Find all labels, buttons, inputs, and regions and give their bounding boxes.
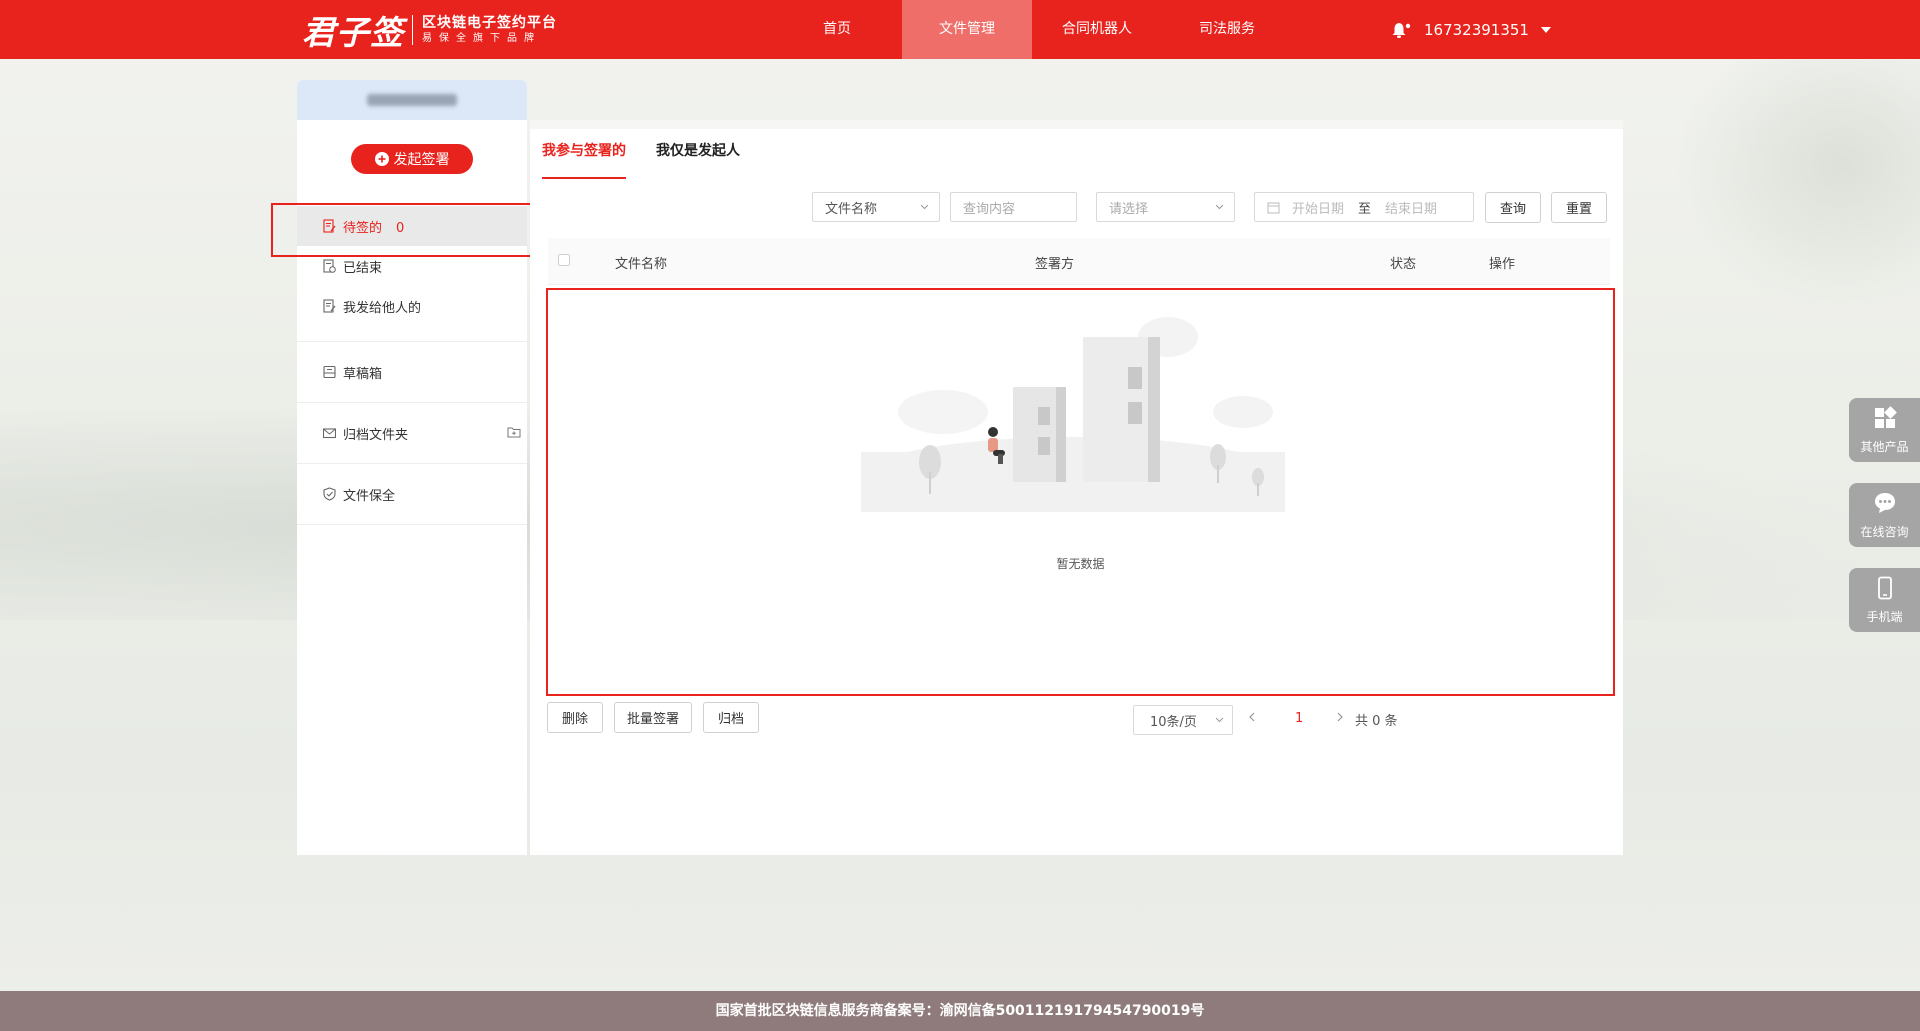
tab-initiator-only[interactable]: 我仅是发起人 (656, 129, 740, 177)
mobile-app-label: 手机端 (1866, 610, 1903, 624)
chevron-right-icon[interactable] (1335, 711, 1344, 723)
status-select[interactable]: 请选择 (1096, 192, 1235, 222)
brand-logo[interactable]: 君子签 区块链电子签约平台 易保全旗下品牌 (302, 10, 557, 52)
query-button[interactable]: 查询 (1485, 192, 1541, 223)
nav-file-management[interactable]: 文件管理 (902, 0, 1032, 59)
empty-state: 暂无数据 (546, 288, 1615, 696)
filter-bar: 文件名称 查询内容 请选择 开始日期 至 结束日期 查询 重置 (530, 192, 1623, 224)
sidebar-divider (297, 341, 527, 342)
pending-label: 待签的 (343, 220, 383, 236)
other-products-button[interactable]: 其他产品 (1849, 398, 1920, 462)
sidebar-item-label: 草稿箱 (343, 366, 383, 382)
chevron-down-icon (920, 204, 929, 210)
logo-subtitle: 区块链电子签约平台 易保全旗下品牌 (422, 14, 557, 46)
sidebar-item-preservation[interactable]: 文件保全 (297, 474, 527, 514)
user-area: 16732391351 (1390, 0, 1551, 59)
table-header: 文件名称 签署方 状态 操作 (548, 238, 1610, 285)
sidebar-item-sent[interactable]: 我发给他人的 (297, 286, 527, 326)
main-panel: 我参与签署的 我仅是发起人 文件名称 查询内容 请选择 开始日期 至 结束日期 … (530, 120, 1623, 855)
tab-participated[interactable]: 我参与签署的 (542, 129, 626, 179)
online-consult-label: 在线咨询 (1860, 525, 1909, 539)
envelope-icon (323, 428, 336, 439)
nav-home[interactable]: 首页 (772, 0, 902, 59)
plus-circle-icon (374, 152, 389, 166)
mobile-phone-icon (1878, 576, 1892, 600)
sidebar-item-label: 文件保全 (343, 488, 396, 504)
col-actions: 操作 (1489, 257, 1516, 272)
caret-down-icon[interactable] (1540, 26, 1551, 33)
apps-icon (1875, 406, 1897, 428)
start-signing-label: 发起签署 (393, 152, 450, 168)
status-select-placeholder: 请选择 (1109, 201, 1149, 217)
sidebar-item-label: 已结束 (343, 260, 383, 276)
start-date-placeholder: 开始日期 (1292, 201, 1345, 217)
account-tab[interactable] (297, 80, 527, 120)
other-products-label: 其他产品 (1860, 440, 1909, 454)
col-status: 状态 (1390, 257, 1417, 272)
col-signers: 签署方 (1035, 257, 1075, 272)
top-header: 君子签 区块链电子签约平台 易保全旗下品牌 首页 文件管理 合同机器人 司法服务… (0, 0, 1920, 59)
logo-divider (412, 15, 413, 45)
batch-sign-button[interactable]: 批量签署 (614, 702, 692, 733)
date-range-picker[interactable]: 开始日期 至 结束日期 (1254, 192, 1474, 222)
chevron-down-icon (1215, 204, 1224, 210)
logo-subtitle-title: 区块链电子签约平台 (422, 15, 557, 31)
add-folder-icon[interactable] (507, 426, 521, 438)
sidebar-item-archive-folder[interactable]: 归档文件夹 (297, 413, 527, 453)
document-edit-icon (323, 219, 336, 233)
mobile-app-button[interactable]: 手机端 (1849, 568, 1920, 632)
query-input-placeholder: 查询内容 (963, 201, 1016, 217)
col-file-name: 文件名称 (615, 257, 668, 272)
end-date-placeholder: 结束日期 (1385, 201, 1438, 217)
logo-wordmark: 君子签 (302, 13, 404, 52)
shield-check-icon (323, 487, 336, 501)
sidebar-item-label: 我发给他人的 (343, 300, 422, 316)
date-range-separator: 至 (1358, 201, 1372, 217)
sidebar-item-label: 归档文件夹 (343, 427, 409, 443)
nav-judicial-service[interactable]: 司法服务 (1162, 0, 1292, 59)
sidebar-divider (297, 402, 527, 403)
sidebar-divider (297, 524, 527, 525)
sidebar-item-finished[interactable]: 已结束 (297, 246, 527, 286)
reset-button[interactable]: 重置 (1551, 192, 1607, 223)
query-input[interactable]: 查询内容 (950, 192, 1077, 222)
nav-contract-robot[interactable]: 合同机器人 (1032, 0, 1162, 59)
document-done-icon (323, 259, 336, 273)
sidebar-item-pending[interactable]: 待签的 0 (297, 206, 527, 246)
sidebar: 发起签署 待签的 0 已结束 我发给他人的 草稿箱 归档文件夹 文件保全 (297, 120, 527, 855)
pending-count: 0 (396, 220, 405, 236)
archive-button[interactable]: 归档 (703, 702, 759, 733)
draft-box-icon (323, 365, 336, 379)
total-count: 共 0 条 (1355, 714, 1398, 729)
chevron-down-icon (1215, 717, 1224, 723)
delete-button[interactable]: 删除 (547, 702, 603, 733)
blurred-account-name (367, 94, 457, 106)
user-phone[interactable]: 16732391351 (1424, 21, 1529, 39)
table-footer: 删除 批量签署 归档 10条/页 1 共 0 条 (530, 702, 1623, 738)
sidebar-divider (297, 463, 527, 464)
sidebar-item-drafts[interactable]: 草稿箱 (297, 352, 527, 392)
logo-subtitle-slogan: 易保全旗下品牌 (422, 33, 541, 44)
select-all-checkbox[interactable] (558, 254, 570, 266)
document-send-icon (323, 299, 336, 313)
empty-data-illustration (861, 317, 1285, 512)
background-bamboo (1660, 60, 1920, 320)
empty-text: 暂无数据 (1056, 557, 1105, 571)
start-signing-button[interactable]: 发起签署 (351, 144, 473, 174)
field-select-value: 文件名称 (825, 201, 878, 217)
calendar-icon (1267, 202, 1280, 213)
online-consult-button[interactable]: 在线咨询 (1849, 483, 1920, 547)
chat-bubble-icon (1875, 493, 1895, 513)
tab-bar: 我参与签署的 我仅是发起人 (542, 129, 770, 179)
field-select[interactable]: 文件名称 (812, 192, 940, 222)
chevron-left-icon[interactable] (1248, 711, 1257, 723)
page-size-select[interactable]: 10条/页 (1133, 705, 1233, 735)
page-number[interactable]: 1 (1295, 711, 1303, 726)
footer-icp: 国家首批区块链信息服务商备案号：渝网信备50011219179454790019… (0, 991, 1920, 1031)
main-nav: 首页 文件管理 合同机器人 司法服务 (772, 0, 1292, 59)
page-size-value: 10条/页 (1150, 714, 1197, 730)
notification-bell-icon[interactable] (1390, 19, 1412, 41)
sidebar-item-label: 待签的 0 (343, 217, 404, 236)
